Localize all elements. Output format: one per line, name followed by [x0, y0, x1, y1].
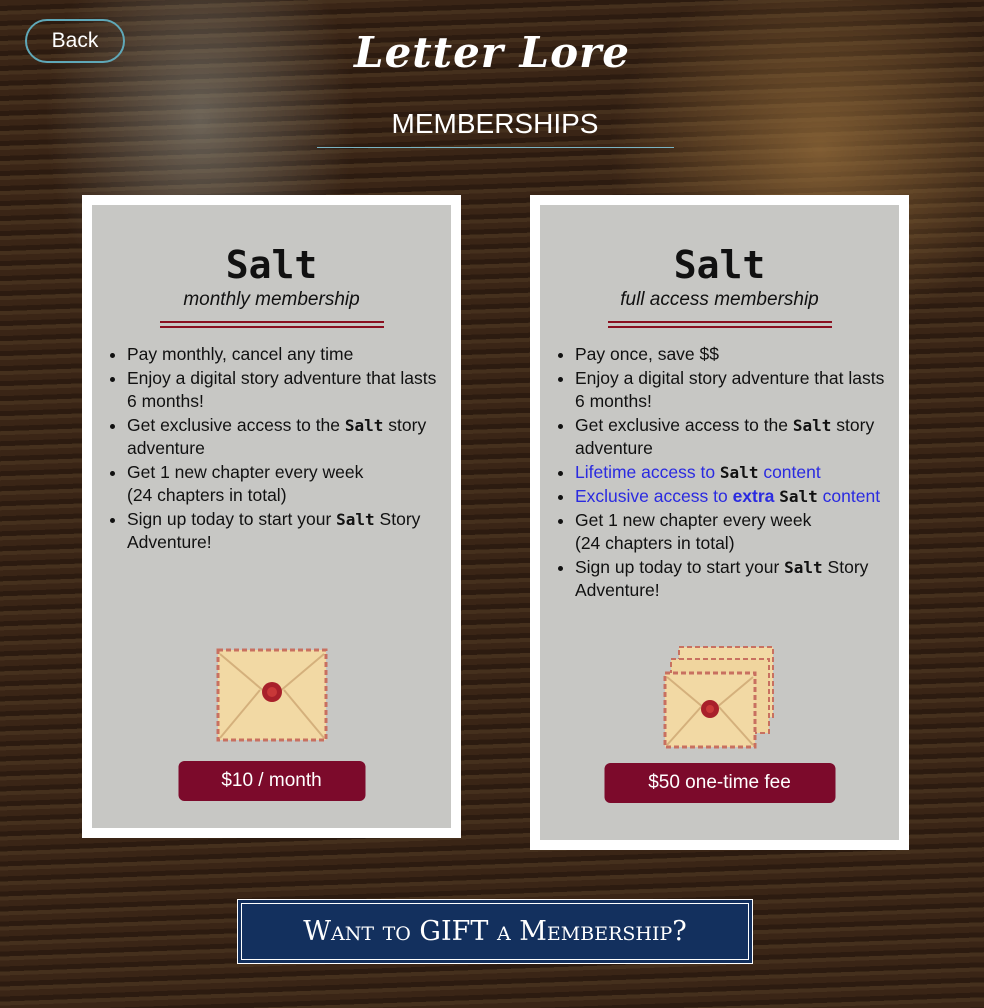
feature-text: Get 1 new chapter every week [575, 510, 812, 530]
feature-item: Pay monthly, cancel any time [127, 343, 445, 366]
feature-list: Pay once, save $$ Enjoy a digital story a… [575, 343, 899, 602]
salt-brand-text: Salt [792, 416, 832, 435]
feature-item: Get 1 new chapter every week (24 chapters… [575, 509, 893, 555]
feature-text: Get 1 new chapter every week [127, 462, 364, 482]
feature-text: Get exclusive access to the [575, 415, 793, 435]
feature-text: (24 chapters in total) [127, 485, 287, 505]
gift-membership-button[interactable]: Want to GIFT a Membership? [237, 899, 753, 964]
envelopes-stack-icon [663, 646, 774, 749]
membership-card-full-access: Salt full access membership Pay once, sa… [530, 195, 909, 850]
feature-text: Sign up today to start your [575, 557, 785, 577]
card-subtitle: monthly membership [183, 289, 360, 310]
salt-brand-text: Salt [784, 558, 823, 577]
feature-text: Get exclusive access to the [127, 415, 345, 435]
feature-text: Enjoy a digital story adventure that las… [127, 368, 437, 411]
feature-text: Enjoy a digital story adventure that las… [575, 368, 885, 411]
feature-item: Pay once, save $$ [575, 343, 893, 366]
feature-text: content [758, 462, 821, 482]
feature-list: Pay monthly, cancel any time Enjoy a digi… [127, 343, 451, 554]
membership-card-monthly: Salt monthly membership Pay monthly, can… [82, 195, 461, 838]
card-divider [607, 321, 832, 328]
feature-item: Enjoy a digital story adventure that las… [575, 367, 893, 413]
feature-item: Get exclusive access to the Salt story a… [575, 414, 893, 460]
card-subtitle: full access membership [620, 289, 819, 310]
salt-brand-text: Salt [779, 487, 818, 506]
card-title: Salt [673, 243, 766, 287]
salt-brand-text: Salt [336, 510, 375, 529]
feature-item: Get 1 new chapter every week (24 chapters… [127, 461, 445, 507]
feature-text: Exclusive access to [575, 486, 733, 506]
title-divider [317, 147, 674, 148]
feature-item: Exclusive access to extra Salt content [575, 485, 893, 508]
feature-text: Pay monthly, cancel any time [127, 344, 354, 364]
full-access-price-button[interactable]: $50 one-time fee [604, 763, 835, 803]
feature-text: content [817, 486, 881, 506]
salt-brand-text: Salt [719, 463, 759, 482]
feature-item: Get exclusive access to the Salt story a… [127, 414, 445, 460]
feature-text: (24 chapters in total) [575, 533, 735, 553]
feature-item: Sign up today to start your Salt Story A… [127, 508, 445, 554]
feature-item: Lifetime access to Salt content [575, 461, 893, 484]
feature-text: Pay once, save $$ [575, 344, 719, 364]
page-title: MEMBERSHIPS [391, 108, 599, 139]
card-title: Salt [225, 243, 318, 287]
monthly-price-button[interactable]: $10 / month [178, 761, 365, 801]
card-divider [159, 321, 384, 328]
feature-item: Enjoy a digital story adventure that las… [127, 367, 445, 413]
envelope-icon [216, 648, 327, 742]
feature-text: Sign up today to start your [127, 509, 337, 529]
feature-item: Sign up today to start your Salt Story A… [575, 556, 893, 602]
feature-text: extra [732, 486, 775, 506]
feature-text: Lifetime access to [575, 462, 720, 482]
salt-brand-text: Salt [344, 416, 384, 435]
logo: Letter Lore [354, 28, 630, 77]
